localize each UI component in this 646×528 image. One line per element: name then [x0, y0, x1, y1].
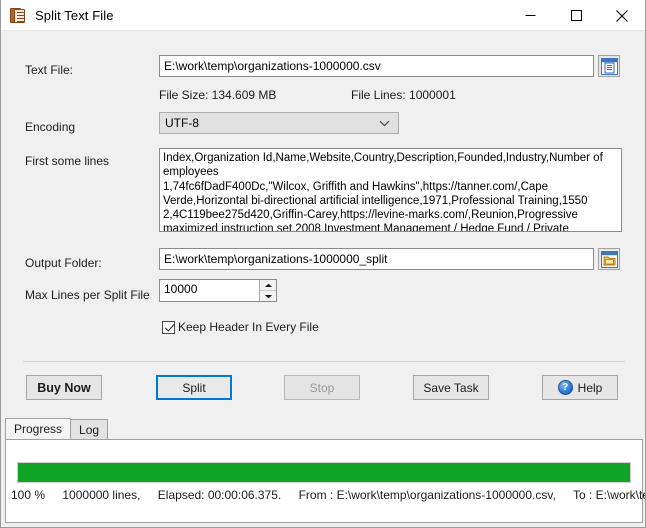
file-lines-label: File Lines: 1000001: [351, 88, 456, 102]
output-folder-label: Output Folder:: [25, 256, 102, 270]
progress-percent-label: 100 %: [11, 488, 45, 502]
checkbox-box-icon: [162, 321, 175, 334]
output-folder-input[interactable]: E:\work\temp\organizations-1000000_split: [159, 248, 594, 270]
progress-elapsed-label: Elapsed: 00:00:06.375.: [158, 488, 281, 502]
text-file-browse-button[interactable]: [598, 55, 620, 77]
spinner-up-icon[interactable]: [260, 280, 276, 291]
maximize-icon[interactable]: [553, 0, 599, 31]
max-lines-value[interactable]: 10000: [160, 280, 259, 301]
progress-from-label: From : E:\work\temp\organizations-100000…: [299, 488, 556, 502]
progress-bar-fill: [18, 463, 630, 482]
folder-browse-icon: [601, 251, 618, 268]
progress-bar: [17, 462, 631, 483]
encoding-label: Encoding: [25, 120, 75, 134]
section-divider: [23, 361, 625, 362]
text-file-input[interactable]: E:\work\temp\organizations-1000000.csv: [159, 55, 594, 77]
encoding-select[interactable]: UTF-8: [159, 112, 399, 134]
help-button[interactable]: ? Help: [542, 375, 618, 400]
keep-header-label: Keep Header In Every File: [178, 320, 319, 334]
window-title: Split Text File: [35, 8, 114, 23]
keep-header-checkbox[interactable]: Keep Header In Every File: [162, 320, 319, 334]
titlebar: Split Text File: [1, 0, 645, 31]
first-some-lines-label: First some lines: [25, 154, 109, 168]
text-file-label: Text File:: [25, 63, 73, 77]
save-task-button[interactable]: Save Task: [413, 375, 489, 400]
question-mark-icon: ?: [558, 380, 573, 395]
progress-panel: 100 % 1000000 lines, Elapsed: 00:00:06.3…: [5, 439, 643, 523]
file-size-label: File Size: 134.609 MB: [159, 88, 276, 102]
close-icon[interactable]: [599, 0, 645, 31]
max-lines-label: Max Lines per Split File: [25, 288, 150, 302]
file-browse-icon: [601, 58, 618, 75]
app-document-icon: [10, 7, 27, 24]
tab-progress-label: Progress: [14, 422, 62, 436]
stop-button: Stop: [284, 375, 360, 400]
tab-log-label: Log: [79, 423, 99, 437]
output-folder-browse-button[interactable]: [598, 248, 620, 270]
tab-log[interactable]: Log: [70, 419, 108, 440]
window-controls: [507, 0, 645, 31]
progress-status-line: 100 % 1000000 lines, Elapsed: 00:00:06.3…: [11, 488, 646, 502]
buy-now-button[interactable]: Buy Now: [26, 375, 102, 400]
progress-to-label: To : E:\work\temp\organiz: [573, 488, 646, 502]
help-button-label: Help: [578, 381, 603, 395]
tab-progress[interactable]: Progress: [5, 418, 71, 440]
progress-lines-label: 1000000 lines,: [62, 488, 140, 502]
split-button[interactable]: Split: [156, 375, 232, 400]
stepper-buttons: [259, 280, 276, 301]
max-lines-stepper[interactable]: 10000: [159, 279, 277, 302]
minimize-icon[interactable]: [507, 0, 553, 31]
first-lines-preview[interactable]: Index,Organization Id,Name,Website,Count…: [159, 148, 622, 232]
chevron-down-icon: [379, 116, 390, 130]
split-text-file-window: Split Text File Text File: E:\work\temp\…: [0, 0, 646, 528]
encoding-selected-value: UTF-8: [165, 116, 199, 130]
tabstrip: Progress Log: [5, 418, 643, 440]
spinner-down-icon[interactable]: [260, 291, 276, 301]
